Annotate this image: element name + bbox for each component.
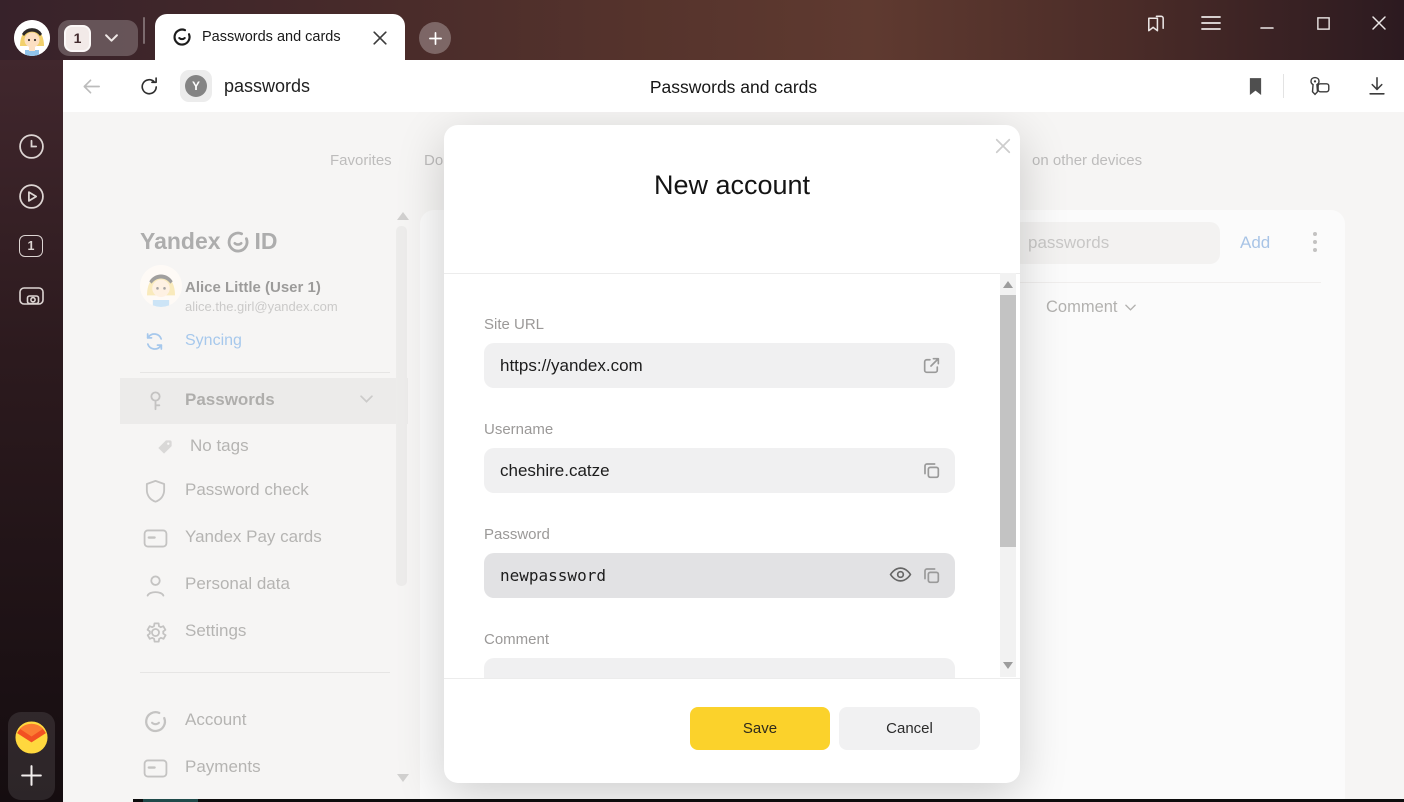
save-button[interactable]: Save <box>690 707 830 750</box>
copy-icon[interactable] <box>921 565 943 587</box>
minimize-icon <box>1259 15 1275 31</box>
tab-group-pill[interactable]: 1 <box>58 20 138 56</box>
omnibox-page-title: Passwords and cards <box>63 77 1404 98</box>
titlebar-divider <box>143 17 145 44</box>
download-icon <box>1366 75 1388 97</box>
password-manager-button[interactable] <box>1307 74 1331 98</box>
browser-side-rail: 1 <box>0 60 63 802</box>
screenshot-icon[interactable] <box>18 283 45 310</box>
key-card-icon <box>1307 74 1331 98</box>
play-media-icon[interactable] <box>18 183 45 210</box>
password-input[interactable] <box>484 553 955 598</box>
history-clock-icon[interactable] <box>18 133 45 160</box>
site-url-input[interactable] <box>484 343 955 388</box>
username-label: Username <box>484 421 553 438</box>
browser-tab-passwords[interactable]: Passwords and cards <box>155 14 405 60</box>
close-icon <box>1371 15 1387 31</box>
browser-menu-button[interactable] <box>1199 11 1223 35</box>
comment-input[interactable] <box>484 658 955 679</box>
cancel-button[interactable]: Cancel <box>839 707 980 750</box>
tabs-counter-icon[interactable]: 1 <box>19 235 43 257</box>
open-link-icon[interactable] <box>921 355 943 377</box>
modal-scrollbar-thumb[interactable] <box>1000 295 1016 547</box>
tab-title: Passwords and cards <box>202 29 341 45</box>
new-tab-button[interactable] <box>419 22 451 54</box>
modal-title: New account <box>444 170 1020 201</box>
browser-logo-dock <box>8 712 55 800</box>
page-area: Favorites Do on other devices Yandex ID <box>63 112 1404 802</box>
scroll-down-arrow[interactable] <box>1003 662 1013 669</box>
password-label: Password <box>484 526 550 543</box>
chevron-down-icon <box>105 34 118 43</box>
close-window-button[interactable] <box>1367 11 1391 35</box>
tab-counter-value: 1 <box>74 30 82 46</box>
downloads-button[interactable] <box>1365 74 1389 98</box>
scroll-up-arrow[interactable] <box>1003 281 1013 288</box>
new-account-modal: New account Site URL Username <box>444 125 1020 783</box>
copy-icon[interactable] <box>921 460 943 482</box>
bookmark-panel-icon <box>1144 12 1167 35</box>
maximize-icon <box>1316 16 1331 31</box>
side-panel-bookmarks-button[interactable] <box>1143 11 1167 35</box>
tab-close-icon[interactable] <box>371 29 389 47</box>
modal-close-icon[interactable] <box>991 134 1015 158</box>
yandex-id-favicon-icon <box>172 27 192 47</box>
site-url-label: Site URL <box>484 316 544 333</box>
tab-counter-badge: 1 <box>64 25 91 52</box>
modal-form: Site URL Username Password <box>444 273 1020 679</box>
bookmark-filled-icon <box>1248 77 1263 96</box>
toolbar-divider <box>1283 74 1284 98</box>
yandex-browser-logo[interactable] <box>14 720 49 755</box>
eye-show-password-icon[interactable] <box>889 566 911 588</box>
avatar-girl-icon <box>14 20 50 56</box>
comment-label: Comment <box>484 631 549 648</box>
plus-icon <box>428 31 443 46</box>
browser-titlebar: 1 Passwords and cards <box>0 0 1404 60</box>
bookmark-button[interactable] <box>1243 74 1267 98</box>
username-input[interactable] <box>484 448 955 493</box>
browser-window: 1 Passwords and cards <box>0 0 1404 802</box>
maximize-button[interactable] <box>1311 11 1335 35</box>
modal-scrollbar[interactable] <box>1000 273 1016 677</box>
rail-tab-count: 1 <box>28 239 35 253</box>
add-panel-plus-icon[interactable] <box>20 764 43 787</box>
hamburger-menu-icon <box>1201 15 1221 31</box>
browser-toolbar: Y passwords Passwords and cards <box>63 60 1404 112</box>
minimize-button[interactable] <box>1255 11 1279 35</box>
profile-avatar[interactable] <box>14 20 50 56</box>
